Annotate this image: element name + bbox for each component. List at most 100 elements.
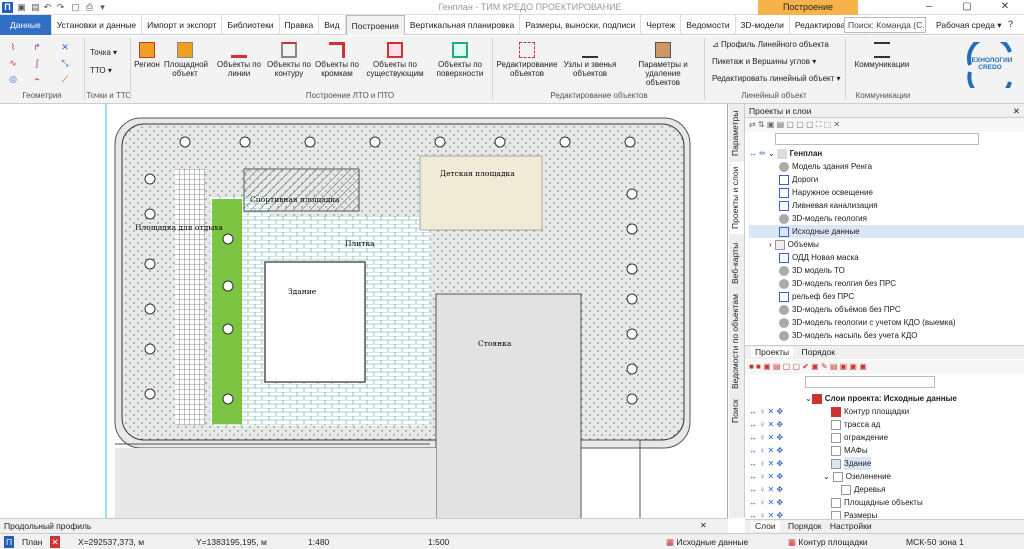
- tree-item-9[interactable]: 3D-модель геолгия без ПРС: [749, 277, 1024, 290]
- tab-view[interactable]: Вид: [319, 15, 346, 35]
- layer-controls-icons[interactable]: ↔ ♀ ✕ ✥: [749, 496, 831, 509]
- objects-by-contour-button[interactable]: Объекты по контуру: [264, 42, 314, 78]
- curve-icon[interactable]: ʃ: [32, 58, 42, 68]
- linear-profile-button[interactable]: ⊿ Профиль Линейного объекта: [712, 40, 829, 50]
- status-plan[interactable]: План: [22, 536, 43, 548]
- tab-constructions[interactable]: Построения: [345, 15, 405, 35]
- region-button[interactable]: Регион: [132, 42, 162, 69]
- status-layer[interactable]: ▦ Исходные данные: [666, 536, 748, 548]
- side-tab-web-maps[interactable]: Веб-карты: [730, 238, 744, 288]
- tab-layers-order[interactable]: Порядок: [788, 521, 821, 531]
- site-plan-drawing[interactable]: Спортивная площадка Детская площадка Пло…: [0, 104, 728, 518]
- print-icon[interactable]: ⎙: [84, 2, 95, 13]
- objects-by-edges-button[interactable]: Объекты по кромкам: [314, 42, 360, 78]
- projects-filter-input[interactable]: [775, 133, 979, 145]
- layer-row-6[interactable]: ↔ ♀ ✕ ✥ Деревья: [745, 483, 1024, 496]
- panel-close-icon[interactable]: ✕: [1013, 104, 1020, 118]
- tab-libraries[interactable]: Библиотеки: [222, 15, 280, 35]
- layer-row-7[interactable]: ↔ ♀ ✕ ✥ Площадные объекты: [745, 496, 1024, 509]
- context-tab-construction[interactable]: Построение: [758, 0, 858, 15]
- pickets-dropdown[interactable]: Пикетаж и Вершины углов ▾: [712, 57, 816, 67]
- tab-3d-models[interactable]: 3D-модели: [736, 15, 790, 35]
- tab-order[interactable]: Порядок: [801, 347, 834, 357]
- tree-item-12[interactable]: 3D-модель геологии с учетом КДО (выемка): [749, 316, 1024, 329]
- side-tab-parameters[interactable]: Параметры: [730, 108, 744, 158]
- layer-controls-icons[interactable]: ↔ ♀ ✕ ✥: [749, 444, 831, 457]
- tab-layers-settings[interactable]: Настройки: [830, 521, 872, 531]
- new-icon[interactable]: ▢: [70, 2, 81, 13]
- area-object-button[interactable]: Площадной объект: [164, 42, 208, 78]
- tree-item-3[interactable]: Ливневая канализация: [749, 199, 1024, 212]
- help-icon[interactable]: ?: [1008, 19, 1013, 29]
- minimize-icon[interactable]: –: [914, 1, 944, 14]
- edit-linear-dropdown[interactable]: Редактировать линейный объект ▾: [712, 74, 841, 84]
- status-scale-1[interactable]: 1:480: [308, 536, 329, 548]
- layer-row-3[interactable]: ↔ ♀ ✕ ✥ МАФы: [745, 444, 1024, 457]
- circle-icon[interactable]: ◎: [8, 74, 18, 84]
- side-tab-object-statements[interactable]: Ведомости по объектам: [730, 292, 744, 392]
- tab-data[interactable]: Данные: [0, 15, 52, 35]
- tree-item-7[interactable]: ОДД Новая маска: [749, 251, 1024, 264]
- tab-settings[interactable]: Установки и данные: [52, 15, 143, 35]
- status-object[interactable]: ▦ Контур площадки: [788, 536, 868, 548]
- layer-controls-icons[interactable]: ↔ ♀ ✕ ✥: [749, 431, 831, 444]
- status-crs[interactable]: МСК-50 зона 1: [906, 536, 964, 548]
- layer-row-0[interactable]: ↔ ♀ ✕ ✥ Контур площадки: [745, 405, 1024, 418]
- profile-panel-close-icon[interactable]: ✕: [700, 521, 707, 530]
- tree-item-11[interactable]: 3D-модель объёмов без ПРС: [749, 303, 1024, 316]
- redo-icon[interactable]: ↷: [55, 2, 66, 13]
- tab-layers[interactable]: Слои: [751, 521, 780, 531]
- tree-item-6[interactable]: › Объемы: [749, 238, 1024, 251]
- plan-canvas[interactable]: Спортивная площадка Детская площадка Пло…: [0, 104, 728, 518]
- layers-root[interactable]: ⌄ Слои проекта: Исходные данные: [745, 392, 1024, 405]
- close-icon[interactable]: ✕: [990, 1, 1020, 14]
- tree-item-4[interactable]: 3D-модель геология: [749, 212, 1024, 225]
- layer-row-1[interactable]: ↔ ♀ ✕ ✥ трасса ад: [745, 418, 1024, 431]
- params-delete-button[interactable]: Параметры и удаление объектов: [630, 42, 696, 87]
- edit-objects-button[interactable]: Редактирование объектов: [494, 42, 560, 78]
- toolbar-icons-projects[interactable]: ⇄ ⇅ ▣ ▤ ▢ ▢ ▢ ⛶ ⬚ ✕: [749, 120, 840, 129]
- tab-projects[interactable]: Проекты: [751, 347, 794, 357]
- trim-icon[interactable]: ⟋: [60, 74, 70, 84]
- point-dropdown[interactable]: Точка ▾: [90, 48, 117, 58]
- tab-drawing[interactable]: Чертеж: [641, 15, 682, 35]
- tab-statements[interactable]: Ведомости: [681, 15, 736, 35]
- workspace-dropdown[interactable]: Рабочая среда ▾: [936, 17, 1006, 33]
- undo-icon[interactable]: ↶: [42, 2, 53, 13]
- tab-import-export[interactable]: Импорт и экспорт: [142, 15, 223, 35]
- app-logo-icon[interactable]: П: [2, 2, 13, 13]
- layers-filter-input[interactable]: [805, 376, 935, 388]
- objects-by-line-button[interactable]: Объекты по линии: [214, 42, 264, 78]
- split-icon[interactable]: ⤡: [60, 58, 70, 68]
- objects-by-surface-button[interactable]: Объекты по поверхности: [430, 42, 490, 78]
- polyline-icon[interactable]: ⌇: [8, 42, 18, 52]
- tab-vertical-planning[interactable]: Вертикальная планировка: [405, 15, 521, 35]
- side-tab-projects-layers[interactable]: Проекты и слои: [730, 162, 744, 234]
- communications-button[interactable]: Коммуникации: [850, 42, 914, 69]
- layer-controls-icons[interactable]: ↔ ♀ ✕ ✥: [749, 483, 841, 496]
- maximize-icon[interactable]: ▢: [952, 1, 982, 14]
- arc-icon[interactable]: ↱: [32, 42, 42, 52]
- layer-row-2[interactable]: ↔ ♀ ✕ ✥ ограждение: [745, 431, 1024, 444]
- tree-item-8[interactable]: 3D модель ТО: [749, 264, 1024, 277]
- layer-controls-icons[interactable]: ↔ ♀ ✕ ✥: [749, 418, 831, 431]
- break-icon[interactable]: ⌁: [32, 74, 42, 84]
- layer-controls-icons[interactable]: ↔ ♀ ✕ ✥: [749, 405, 831, 418]
- plan-close-icon[interactable]: ✕: [50, 536, 60, 548]
- tree-item-10[interactable]: рельеф без ПРС: [749, 290, 1024, 303]
- side-tab-search[interactable]: Поиск: [730, 396, 744, 426]
- cross-icon[interactable]: ✕: [60, 42, 70, 52]
- nodes-links-button[interactable]: Узлы и звенья объектов: [562, 42, 618, 78]
- layers-toolbar-icons[interactable]: ■ ■ ▣ ▤ ▢ ▢ ✔ ▣ ✎ ▤ ▣ ▣ ▣: [749, 362, 867, 371]
- spline-icon[interactable]: ∿: [8, 58, 18, 68]
- status-scale-2[interactable]: 1:500: [428, 536, 449, 548]
- tree-root-genplan[interactable]: ↔ ✏ ⌄ Генплан: [749, 147, 1024, 160]
- tree-item-0[interactable]: Модель здания Ренга: [749, 160, 1024, 173]
- tree-item-13[interactable]: 3D-модель насыпь без учета КДО: [749, 329, 1024, 342]
- layer-row-5[interactable]: ↔ ♀ ✕ ✥ ⌄ Озеленение: [745, 470, 1024, 483]
- tto-dropdown[interactable]: ТТО ▾: [90, 66, 112, 76]
- tree-item-2[interactable]: Наружное освещение: [749, 186, 1024, 199]
- pin-icon[interactable]: ▾: [97, 2, 108, 13]
- objects-by-existing-button[interactable]: Объекты по существующим: [362, 42, 428, 78]
- tree-item-1[interactable]: Дороги: [749, 173, 1024, 186]
